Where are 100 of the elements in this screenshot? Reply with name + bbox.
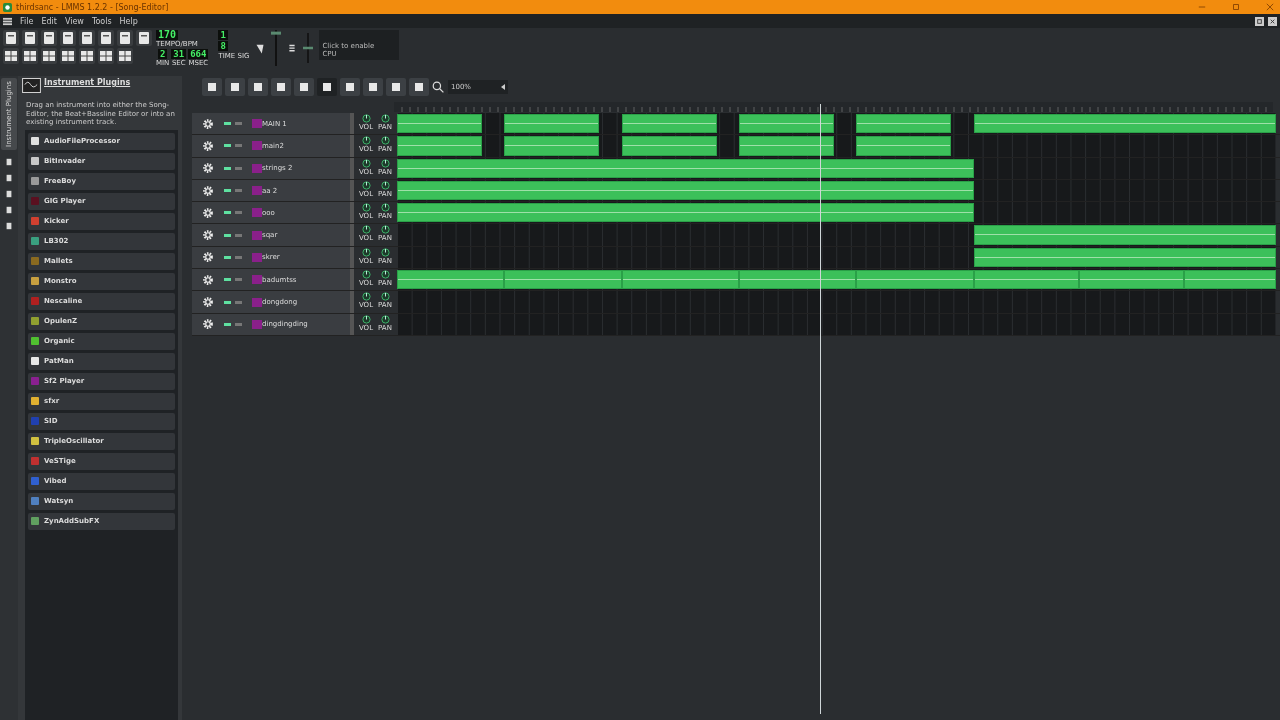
new-file-icon[interactable] [3,30,19,46]
solo-led[interactable] [235,278,242,282]
settings-icon[interactable] [202,206,214,219]
knob[interactable] [361,247,371,257]
knob[interactable] [380,292,390,302]
solo-led[interactable] [235,144,242,148]
settings-icon[interactable] [202,251,214,264]
pattern-clip[interactable] [622,270,739,290]
pattern-clip[interactable] [974,114,1276,134]
pattern-clip[interactable] [504,136,599,156]
settings-icon[interactable] [202,229,214,242]
knob[interactable] [380,247,390,257]
mute-led[interactable] [224,300,231,304]
settings-icon[interactable] [202,273,214,286]
pattern-clip[interactable] [397,180,974,201]
settings-icon[interactable] [202,296,214,308]
instrument-icon [252,141,262,151]
solo-led[interactable] [235,255,242,259]
mute-led[interactable] [224,233,231,237]
zoom-icon [432,80,445,94]
solo-led[interactable] [235,166,242,170]
stop-icon[interactable] [225,78,245,96]
mute-led[interactable] [224,211,231,215]
master-pitch-slider[interactable] [303,30,314,66]
time-signature-numerator[interactable]: 1 [218,30,228,40]
close-icon[interactable] [1268,16,1277,26]
settings-icon[interactable] [202,117,214,130]
solo-led[interactable] [235,322,242,326]
knob[interactable] [361,180,371,190]
knob[interactable] [380,225,390,235]
slider-thumb[interactable] [303,46,314,50]
pattern-clip[interactable] [974,247,1276,268]
pattern-clip[interactable] [504,114,599,134]
slider-thumb[interactable] [271,31,282,35]
knob[interactable] [361,314,371,324]
knob[interactable] [361,114,371,123]
pattern-clip[interactable] [397,270,504,290]
instrument-icon [252,163,262,173]
tempo-display[interactable]: 170 [156,30,179,40]
mute-led[interactable] [224,278,231,282]
solo-led[interactable] [235,189,242,193]
settings-icon[interactable] [202,184,214,197]
menu-icon[interactable] [3,16,12,26]
pattern-clip[interactable] [622,114,717,134]
pattern-clip[interactable] [1079,270,1184,290]
pattern-clip[interactable] [856,136,951,156]
solo-led[interactable] [235,122,242,126]
mute-led[interactable] [224,255,231,259]
mute-led[interactable] [224,322,231,326]
menu-item[interactable]: View [64,16,84,26]
knob[interactable] [380,180,390,190]
mute-led[interactable] [224,144,231,148]
pattern-clip[interactable] [974,225,1276,245]
knob[interactable] [380,136,390,146]
knob[interactable] [361,292,371,302]
knob[interactable] [380,203,390,213]
pattern-clip[interactable] [856,270,974,290]
pattern-clip[interactable] [397,114,482,134]
pattern-clip[interactable] [397,158,974,178]
master-volume-slider[interactable] [271,30,282,66]
instrument-icon [252,275,262,285]
knob[interactable] [361,270,371,280]
settings-icon[interactable] [202,162,214,175]
pattern-clip[interactable] [739,136,834,156]
pattern-clip[interactable] [856,114,951,134]
solo-led[interactable] [235,211,242,215]
pattern-clip[interactable] [1184,270,1276,290]
settings-icon[interactable] [202,139,214,152]
pattern-clip[interactable] [397,136,482,156]
pattern-clip[interactable] [739,270,856,290]
knob[interactable] [380,270,390,280]
solo-led[interactable] [235,233,242,237]
time-signature-denominator[interactable]: 8 [218,41,228,51]
knob[interactable] [380,114,390,123]
mute-led[interactable] [224,122,231,126]
waveform-icon [22,78,41,93]
pattern-clip[interactable] [622,136,717,156]
menu-item[interactable]: Edit [41,16,57,26]
instrument-icon [252,208,262,218]
knob[interactable] [361,136,371,146]
knob[interactable] [361,203,371,213]
menu-item[interactable]: Help [119,16,138,26]
knob[interactable] [361,158,371,168]
menu-item[interactable]: File [20,16,34,26]
solo-led[interactable] [235,300,242,304]
mute-led[interactable] [224,189,231,193]
pattern-clip[interactable] [397,203,974,223]
seconds-display: 31 [171,49,187,59]
pattern-clip[interactable] [504,270,622,290]
instrument-icon [252,119,262,129]
menu-item[interactable]: Tools [91,16,112,26]
settings-icon[interactable] [202,318,214,331]
instrument-icon [252,252,262,262]
restore-icon[interactable] [1255,16,1264,26]
knob[interactable] [380,314,390,324]
knob[interactable] [380,158,390,168]
pattern-clip[interactable] [739,114,834,134]
pattern-clip[interactable] [974,270,1079,290]
mute-led[interactable] [224,166,231,170]
knob[interactable] [361,225,371,235]
